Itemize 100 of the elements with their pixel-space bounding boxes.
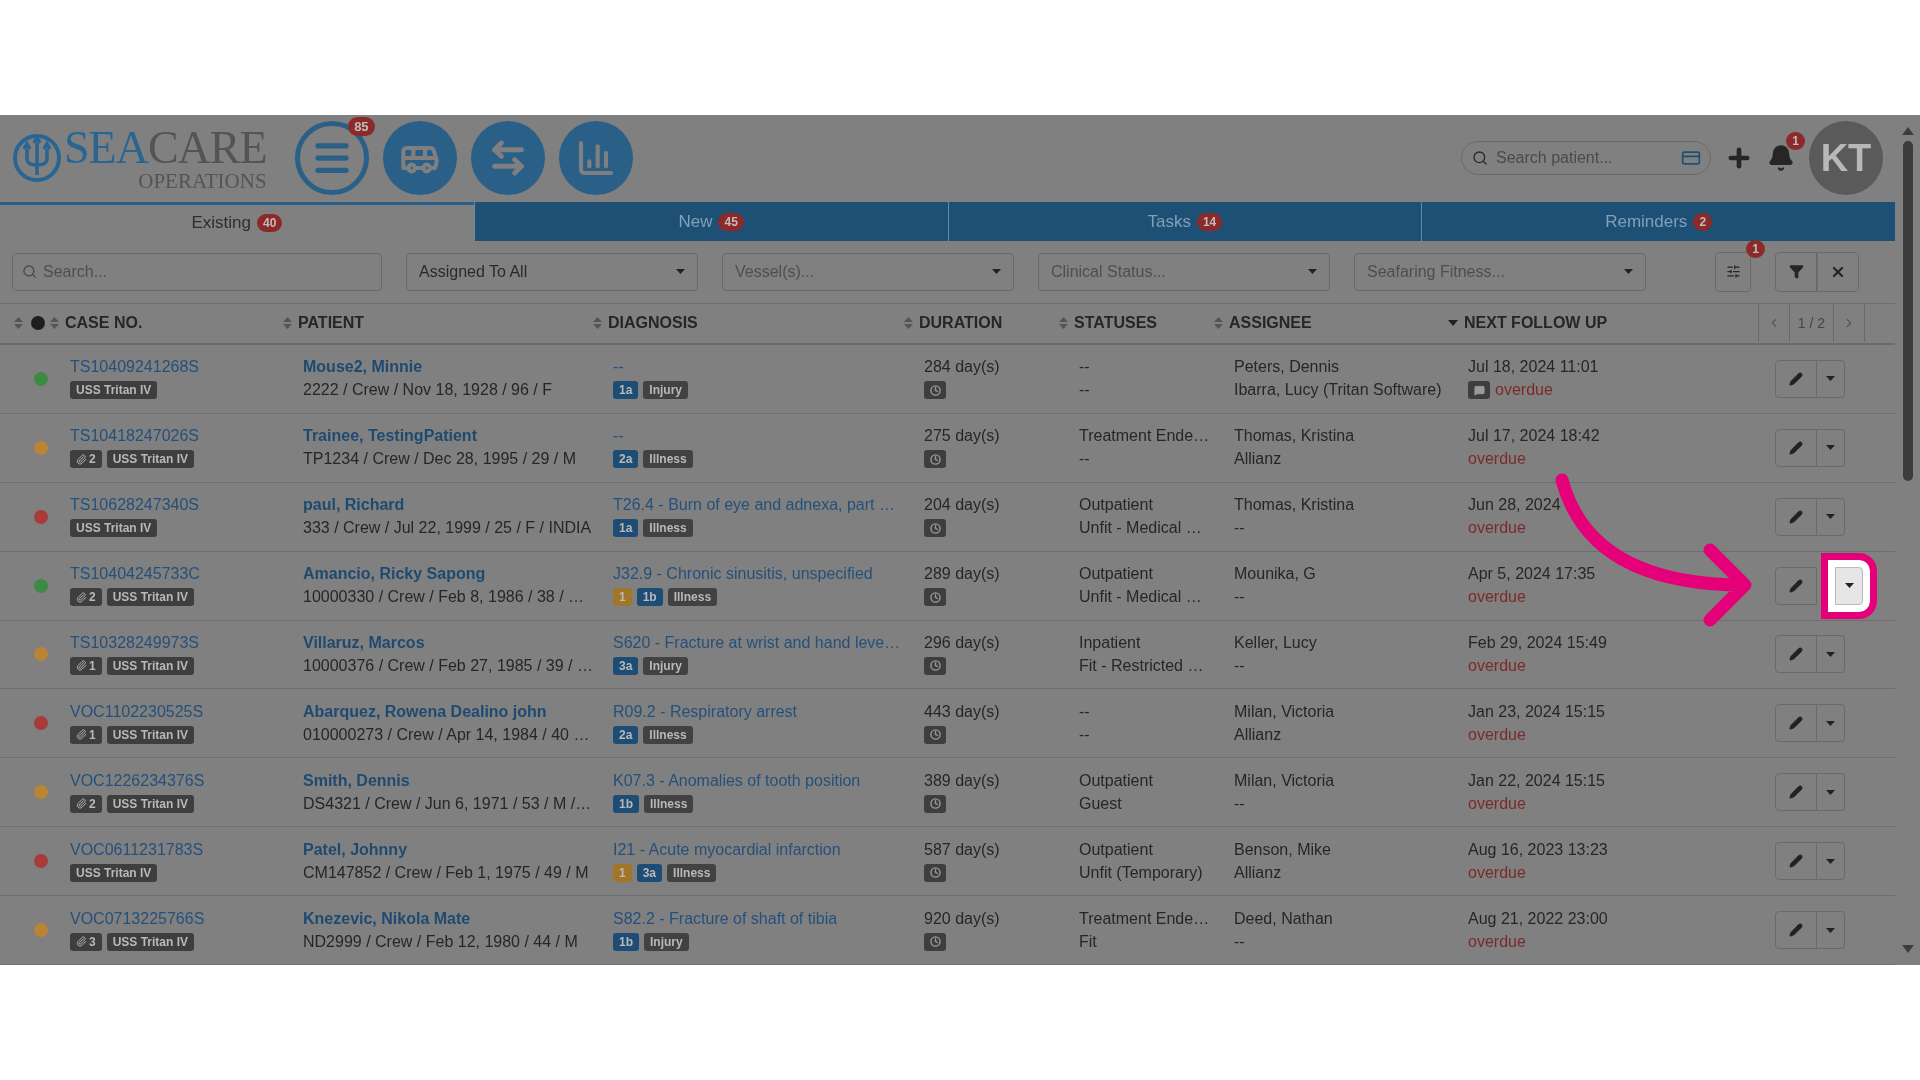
row-options-dropdown-button[interactable] — [1817, 359, 1845, 398]
tab[interactable]: New 45 — [473, 201, 948, 242]
edit-button[interactable] — [1775, 497, 1817, 536]
sort-icon[interactable] — [14, 316, 23, 331]
column-header[interactable]: ASSIGNEE — [1229, 314, 1312, 333]
edit-button[interactable] — [1775, 566, 1817, 605]
diagnosis-link[interactable]: I21 - Acute myocardial infarction — [613, 840, 924, 859]
edit-button[interactable] — [1775, 773, 1817, 812]
patient-link[interactable]: Villaruz, Marcos — [303, 633, 613, 652]
column-header[interactable]: NEXT FOLLOW UP — [1464, 314, 1608, 333]
follow-up-date: Aug 21, 2022 23:00 — [1468, 909, 1609, 928]
logo-text: CARE — [147, 121, 267, 173]
level-tag: 2a — [613, 725, 639, 744]
diagnosis-link[interactable]: J32.9 - Chronic sinusitis, unspecified — [613, 565, 924, 584]
scroll-down-icon[interactable] — [1901, 945, 1914, 953]
diagnosis-link[interactable]: -- — [613, 427, 924, 446]
settings-button[interactable] — [1715, 251, 1751, 292]
diagnosis-link[interactable]: S82.2 - Fracture of shaft of tibia — [613, 909, 924, 928]
column-header[interactable]: PATIENT — [298, 314, 365, 333]
patient-link[interactable]: Amancio, Ricky Sapong — [303, 565, 613, 584]
edit-button[interactable] — [1775, 704, 1817, 743]
user-avatar[interactable]: KT — [1809, 121, 1883, 196]
status-text: Treatment Ende… — [1079, 909, 1211, 928]
diagnosis-link[interactable]: K07.3 - Anomalies of tooth position — [613, 771, 924, 790]
tab[interactable]: Reminders 2 — [1421, 201, 1895, 242]
attachment-badge: 2 — [70, 450, 102, 469]
caret-icon — [676, 269, 685, 275]
assignee-text: Benson, Mike — [1234, 840, 1332, 859]
sort-icon[interactable] — [50, 316, 59, 331]
assignee-text: Allianz — [1234, 863, 1283, 882]
diagnosis-link[interactable]: -- — [613, 358, 924, 377]
scrollbar-thumb[interactable] — [1902, 141, 1913, 481]
status-text: Unfit - Medical … — [1079, 519, 1203, 538]
duration-text: 275 day(s) — [924, 427, 1001, 446]
case-number-link[interactable]: VOC0611231783S — [70, 840, 303, 859]
column-header[interactable]: CASE NO. — [65, 314, 143, 333]
scroll-up-icon[interactable] — [1901, 127, 1914, 135]
sort-icon[interactable] — [904, 316, 913, 331]
patient-link[interactable]: Smith, Dennis — [303, 771, 613, 790]
follow-up-date: Feb 29, 2024 15:49 — [1468, 633, 1608, 652]
pencil-icon — [1789, 923, 1803, 938]
edit-button[interactable] — [1775, 635, 1817, 674]
duration-text: 587 day(s) — [924, 840, 1001, 859]
sort-icon[interactable] — [283, 316, 292, 331]
assignee-text: Deed, Nathan — [1234, 909, 1334, 928]
edit-button[interactable] — [1775, 359, 1817, 398]
case-number-link[interactable]: VOC1102230525S — [70, 702, 303, 721]
status-text: Fit - Restricted … — [1079, 656, 1205, 675]
status-text: -- — [1079, 702, 1091, 721]
tab[interactable]: Tasks 14 — [947, 201, 1422, 242]
count-badge: 85 — [348, 117, 375, 137]
diagnosis-link[interactable]: S620 - Fracture at wrist and hand leve… — [613, 633, 924, 652]
sort-icon[interactable] — [1214, 316, 1223, 331]
assignee-text: Ibarra, Lucy (Tritan Software) — [1234, 381, 1443, 400]
level-tag: 2a — [613, 450, 639, 469]
patient-link[interactable]: Knezevic, Nikola Mate — [303, 909, 613, 928]
row-options-dropdown-button[interactable] — [1817, 635, 1845, 674]
patient-link[interactable]: Trainee, TestingPatient — [303, 427, 613, 446]
case-number-link[interactable]: TS10328249973S — [70, 633, 303, 652]
edit-button[interactable] — [1775, 842, 1817, 881]
case-number-link[interactable]: TS10418247026S — [70, 427, 303, 446]
column-header[interactable]: STATUSES — [1074, 314, 1157, 333]
row-options-dropdown-button[interactable] — [1817, 842, 1845, 881]
filter-button[interactable] — [1775, 251, 1817, 292]
patient-link[interactable]: Mouse2, Minnie — [303, 358, 613, 377]
diagnosis-link[interactable]: T26.4 - Burn of eye and adnexa, part … — [613, 496, 924, 515]
edit-button[interactable] — [1775, 911, 1817, 950]
status-text: Treatment Ende… — [1079, 427, 1211, 446]
case-number-link[interactable]: TS10409241268S — [70, 358, 303, 377]
sort-icon[interactable] — [1059, 316, 1068, 331]
vessel-badge: USS Tritan IV — [70, 863, 158, 882]
patient-link[interactable]: paul, Richard — [303, 496, 613, 515]
row-options-dropdown-button[interactable] — [1817, 497, 1845, 536]
case-number-link[interactable]: VOC1226234376S — [70, 771, 303, 790]
column-header[interactable]: DIAGNOSIS — [608, 314, 698, 333]
patient-link[interactable]: Abarquez, Rowena Dealino john — [303, 702, 613, 721]
type-tag: Injury — [643, 381, 689, 400]
sort-descending-icon[interactable] — [1448, 319, 1458, 328]
row-options-dropdown-button[interactable] — [1817, 704, 1845, 743]
row-options-dropdown-button[interactable] — [1817, 773, 1845, 812]
case-number-link[interactable]: TS10404245733C — [70, 565, 303, 584]
filter-dropdown[interactable]: Assigned To All — [406, 252, 698, 291]
filter-icon — [1788, 264, 1804, 280]
row-options-dropdown-button[interactable] — [1817, 911, 1845, 950]
clock-icon — [924, 588, 946, 607]
patient-link[interactable]: Patel, Johnny — [303, 840, 613, 859]
sort-icon[interactable] — [593, 316, 602, 331]
case-number-link[interactable]: TS10628247340S — [70, 496, 303, 515]
clear-button[interactable] — [1817, 251, 1859, 292]
assignee-text: Keller, Lucy — [1234, 633, 1318, 652]
notifications-button[interactable] — [1767, 144, 1795, 173]
edit-button[interactable] — [1775, 428, 1817, 467]
case-number-link[interactable]: VOC0713225766S — [70, 909, 303, 928]
patient-details: DS4321 / Crew / Jun 6, 1971 / 53 / M /… — [303, 794, 593, 813]
comment-icon[interactable] — [1468, 381, 1490, 400]
vessel-badge: USS Tritan IV — [106, 794, 195, 813]
diagnosis-link[interactable]: R09.2 - Respiratory arrest — [613, 702, 924, 721]
column-header[interactable]: DURATION — [919, 314, 1003, 333]
row-options-dropdown-button[interactable] — [1817, 428, 1845, 467]
overdue-text: overdue — [1468, 794, 1526, 813]
